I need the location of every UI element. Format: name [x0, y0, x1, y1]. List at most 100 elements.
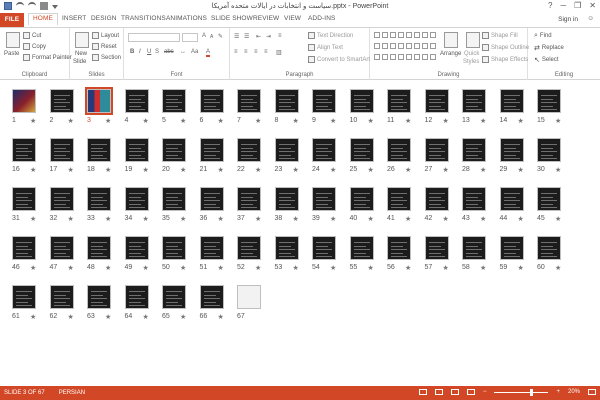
bullets-icon[interactable]: ☰ [234, 33, 239, 40]
restore-button[interactable]: ❐ [574, 1, 581, 10]
slide-thumbnail[interactable] [274, 236, 299, 260]
slide-thumbnail[interactable] [49, 285, 74, 309]
transition-star-icon[interactable]: ★ [480, 215, 486, 223]
slide-thumbnail[interactable] [349, 138, 374, 162]
slide-thumbnail[interactable] [424, 187, 449, 211]
numbering-icon[interactable]: ☰ [244, 33, 249, 40]
zoom-out-button[interactable]: − [483, 389, 487, 395]
sign-in-link[interactable]: Sign in [558, 16, 578, 23]
tab-insert[interactable]: INSERT [62, 15, 86, 22]
transition-star-icon[interactable]: ★ [518, 215, 524, 223]
slide-thumbnail[interactable] [424, 89, 449, 113]
bold-button[interactable]: B [130, 49, 134, 55]
slide-thumbnail[interactable] [274, 89, 299, 113]
decrease-indent-icon[interactable]: ⇤ [256, 33, 261, 40]
copy-button[interactable]: Copy [23, 43, 46, 50]
slide-thumbnail[interactable] [462, 138, 486, 162]
font-name-field[interactable] [128, 33, 180, 42]
slide-thumbnail[interactable] [499, 89, 524, 113]
transition-star-icon[interactable]: ★ [30, 264, 36, 272]
transition-star-icon[interactable]: ★ [480, 166, 486, 174]
transition-star-icon[interactable]: ★ [180, 215, 186, 223]
transition-star-icon[interactable]: ★ [293, 117, 299, 125]
slide-thumbnail[interactable] [237, 89, 261, 113]
slide-thumbnail[interactable] [124, 138, 149, 162]
shape-fill-button[interactable]: Shape Fill [482, 32, 518, 39]
select-button[interactable]: ↖ Select [534, 56, 559, 64]
slide-thumbnail[interactable] [12, 138, 36, 162]
slide-thumbnail[interactable] [162, 138, 186, 162]
slide-thumbnail[interactable] [87, 285, 111, 309]
shadow-button[interactable]: S [155, 49, 159, 55]
shapes-gallery[interactable] [374, 32, 436, 64]
reading-view-icon[interactable] [450, 389, 459, 395]
tab-slide-show[interactable]: SLIDE SHOW [211, 15, 253, 22]
slide-thumbnail[interactable] [274, 187, 299, 211]
replace-button[interactable]: ⇄ Replace [534, 44, 564, 52]
slide-thumbnail[interactable] [387, 187, 411, 211]
zoom-in-button[interactable]: + [556, 389, 560, 395]
slide-thumbnail[interactable] [237, 138, 261, 162]
justify-icon[interactable]: ≡ [264, 49, 268, 55]
fit-to-window-icon[interactable] [588, 389, 596, 395]
transition-star-icon[interactable]: ★ [293, 215, 299, 223]
transition-star-icon[interactable]: ★ [518, 166, 524, 174]
transition-star-icon[interactable]: ★ [330, 215, 336, 223]
slide-thumbnail[interactable] [87, 138, 111, 162]
slide-thumbnail[interactable] [462, 89, 486, 113]
slide-thumbnail[interactable] [349, 89, 374, 113]
transition-star-icon[interactable]: ★ [68, 313, 74, 321]
language-indicator[interactable]: PERSIAN [59, 390, 85, 396]
transition-star-icon[interactable]: ★ [180, 313, 186, 321]
transition-star-icon[interactable]: ★ [105, 264, 111, 272]
minimize-button[interactable]: ─ [560, 1, 566, 10]
format-painter-button[interactable]: Format Painter [23, 54, 72, 61]
slide-thumbnail[interactable] [12, 89, 36, 113]
quick-styles-icon[interactable] [466, 32, 480, 48]
slide-thumbnail[interactable] [199, 138, 224, 162]
align-left-icon[interactable]: ≡ [234, 49, 238, 55]
slide-thumbnail[interactable] [124, 236, 149, 260]
tab-design[interactable]: DESIGN [91, 15, 117, 22]
strikethrough-button[interactable]: abc [164, 49, 174, 55]
slide-thumbnail[interactable] [537, 236, 561, 260]
transition-star-icon[interactable]: ★ [143, 264, 149, 272]
slide-thumbnail[interactable] [12, 285, 36, 309]
transition-star-icon[interactable]: ★ [105, 215, 111, 223]
line-spacing-icon[interactable]: ≡ [278, 33, 282, 39]
slide-thumbnail[interactable] [499, 187, 524, 211]
slide-thumbnail[interactable] [162, 89, 186, 113]
transition-star-icon[interactable]: ★ [143, 117, 149, 125]
align-right-icon[interactable]: ≡ [254, 49, 258, 55]
grow-font-button[interactable]: A [202, 33, 206, 39]
help-button[interactable]: ? [548, 1, 552, 10]
slide-thumbnail[interactable] [124, 187, 149, 211]
char-spacing-icon[interactable]: ↔ [180, 49, 186, 55]
slide-thumbnail[interactable] [537, 187, 561, 211]
underline-button[interactable]: U [147, 49, 151, 55]
transition-star-icon[interactable]: ★ [480, 264, 486, 272]
transition-star-icon[interactable]: ★ [555, 215, 561, 223]
transition-star-icon[interactable]: ★ [330, 166, 336, 174]
transition-star-icon[interactable]: ★ [330, 117, 336, 125]
find-button[interactable]: ⌕ Find [534, 32, 552, 40]
slide-thumbnail[interactable] [85, 87, 113, 115]
layout-button[interactable]: Layout [92, 32, 119, 39]
shape-outline-button[interactable]: Shape Outline [482, 44, 529, 51]
transition-star-icon[interactable]: ★ [368, 215, 374, 223]
transition-star-icon[interactable]: ★ [368, 166, 374, 174]
slide-thumbnail[interactable] [499, 138, 524, 162]
tab-transitions[interactable]: TRANSITIONS [121, 15, 166, 22]
normal-view-icon[interactable] [418, 389, 427, 395]
slide-thumbnail[interactable] [124, 285, 149, 309]
slideshow-view-icon[interactable] [466, 389, 475, 395]
italic-button[interactable]: I [139, 49, 141, 55]
slide-thumbnail[interactable] [49, 236, 74, 260]
transition-star-icon[interactable]: ★ [255, 215, 261, 223]
transition-star-icon[interactable]: ★ [30, 215, 36, 223]
slide-thumbnail[interactable] [12, 236, 36, 260]
transition-star-icon[interactable]: ★ [218, 117, 224, 125]
slide-thumbnail[interactable] [162, 285, 186, 309]
transition-star-icon[interactable]: ★ [368, 117, 374, 125]
transition-star-icon[interactable]: ★ [68, 215, 74, 223]
